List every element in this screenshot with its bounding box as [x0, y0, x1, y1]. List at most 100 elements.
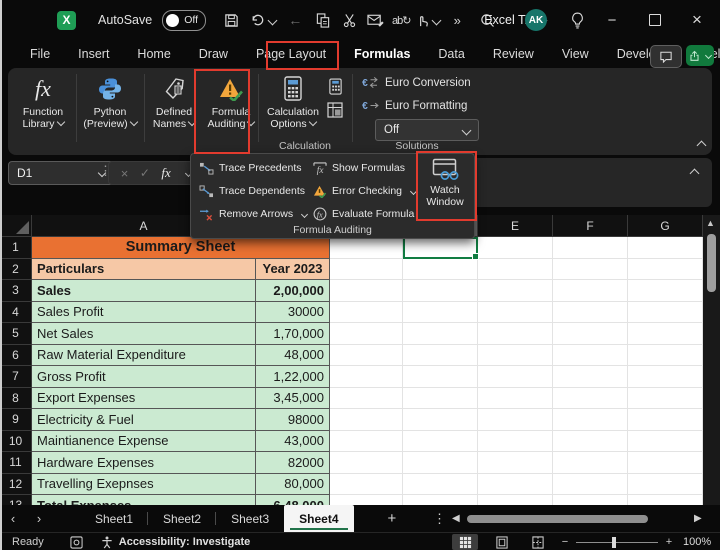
column-header-G[interactable]: G: [628, 215, 703, 237]
zoom-in-button[interactable]: +: [662, 534, 676, 550]
avatar[interactable]: AK: [525, 9, 547, 31]
cell-a5[interactable]: Net Sales: [32, 323, 256, 345]
ribbon-tab-formulas[interactable]: Formulas: [340, 40, 424, 68]
hscroll-left-icon[interactable]: ◀: [452, 513, 460, 524]
cell-empty[interactable]: [403, 366, 478, 388]
cell-a13[interactable]: Total Expenses: [32, 495, 256, 505]
vertical-scrollbar[interactable]: ▲: [703, 215, 720, 505]
cell-a7[interactable]: Gross Profit: [32, 366, 256, 388]
cell-empty[interactable]: [553, 452, 628, 474]
cell-empty[interactable]: [553, 237, 628, 259]
cell-empty[interactable]: [330, 323, 403, 345]
add-sheet-button[interactable]: +: [388, 510, 397, 527]
cell-empty[interactable]: [628, 431, 703, 453]
euro-off-dropdown[interactable]: Off: [375, 119, 479, 141]
cell-empty[interactable]: [478, 452, 553, 474]
cell-empty[interactable]: [478, 237, 553, 259]
cell-empty[interactable]: [478, 280, 553, 302]
search-icon[interactable]: [469, 0, 505, 40]
menu-item-watch-window[interactable]: Watch Window: [419, 158, 471, 218]
cell-empty[interactable]: [330, 345, 403, 367]
zoom-level[interactable]: 100%: [683, 536, 711, 548]
calculation-options-button[interactable]: Calculation Options: [262, 72, 324, 148]
maximize-button[interactable]: [637, 0, 673, 40]
formula-auditing-button[interactable]: Formula Auditing: [206, 72, 256, 148]
cell-b8[interactable]: 3,45,000: [256, 388, 330, 410]
cell-empty[interactable]: [330, 388, 403, 410]
cell-b2[interactable]: Year 2023: [256, 259, 330, 281]
cell-empty[interactable]: [330, 431, 403, 453]
cell-empty[interactable]: [553, 323, 628, 345]
page-break-view-button[interactable]: [528, 534, 548, 550]
save-icon[interactable]: [220, 6, 242, 34]
cell-empty[interactable]: [403, 259, 478, 281]
cell-empty[interactable]: [478, 345, 553, 367]
toolbar-overflow-icon[interactable]: »: [446, 6, 468, 34]
cell-empty[interactable]: [628, 302, 703, 324]
cell-empty[interactable]: [403, 388, 478, 410]
ribbon-tab-file[interactable]: File: [16, 40, 64, 68]
menu-item-remove-arrows[interactable]: Remove Arrows: [199, 204, 307, 224]
sheet-tab-sheet2[interactable]: Sheet2: [148, 505, 216, 532]
cell-empty[interactable]: [403, 409, 478, 431]
cell-empty[interactable]: [330, 474, 403, 496]
sheet-tab-sheet4[interactable]: Sheet4: [284, 505, 353, 532]
close-button[interactable]: ×: [679, 0, 715, 40]
defined-names-button[interactable]: Defined Names: [146, 72, 202, 148]
cell-a8[interactable]: Export Expenses: [32, 388, 256, 410]
cell-empty[interactable]: [553, 302, 628, 324]
page-layout-view-button[interactable]: [492, 534, 512, 550]
sheet-tab-sheet1[interactable]: Sheet1: [80, 505, 148, 532]
row-header-13[interactable]: 13: [0, 495, 32, 505]
cut-icon[interactable]: [338, 6, 360, 34]
touch-mode-icon[interactable]: [416, 6, 440, 34]
cell-empty[interactable]: [403, 280, 478, 302]
ribbon-tab-home[interactable]: Home: [123, 40, 184, 68]
python-preview-button[interactable]: Python (Preview): [78, 72, 142, 148]
sheet-tab-sheet3[interactable]: Sheet3: [216, 505, 284, 532]
ribbon-tab-page-layout[interactable]: Page Layout: [242, 40, 340, 68]
autosave-toggle[interactable]: Off: [162, 10, 206, 31]
cell-empty[interactable]: [628, 452, 703, 474]
ribbon-tab-insert[interactable]: Insert: [64, 40, 123, 68]
hscroll-right-icon[interactable]: ▶: [694, 513, 702, 524]
sheet-nav-left-icon[interactable]: ‹: [0, 511, 26, 526]
vertical-scroll-thumb[interactable]: [707, 234, 716, 292]
email-share-icon[interactable]: [364, 6, 386, 34]
menu-item-show-formulas[interactable]: fx Show Formulas: [313, 158, 405, 178]
row-header-2[interactable]: 2: [0, 259, 32, 281]
cell-empty[interactable]: [628, 345, 703, 367]
cell-empty[interactable]: [330, 302, 403, 324]
cell-empty[interactable]: [403, 495, 478, 505]
cell-empty[interactable]: [628, 409, 703, 431]
cell-a2[interactable]: Particulars: [32, 259, 256, 281]
ribbon-tab-view[interactable]: View: [548, 40, 603, 68]
cell-a4[interactable]: Sales Profit: [32, 302, 256, 324]
enter-icon[interactable]: ✓: [140, 166, 150, 180]
menu-item-trace-precedents[interactable]: Trace Precedents: [199, 158, 301, 178]
row-header-5[interactable]: 5: [0, 323, 32, 345]
insert-function-icon[interactable]: fx: [161, 165, 170, 181]
ribbon-tab-review[interactable]: Review: [479, 40, 548, 68]
cell-a12[interactable]: Travelling Exepnses: [32, 474, 256, 496]
collapse-ribbon-icon[interactable]: [694, 136, 708, 150]
column-header-E[interactable]: E: [478, 215, 553, 237]
row-header-3[interactable]: 3: [0, 280, 32, 302]
comments-button[interactable]: [650, 45, 682, 68]
cell-empty[interactable]: [628, 366, 703, 388]
macro-record-icon[interactable]: [70, 536, 83, 549]
accessibility-status[interactable]: Accessibility: Investigate: [119, 536, 250, 548]
row-header-7[interactable]: 7: [0, 366, 32, 388]
cell-empty[interactable]: [478, 495, 553, 505]
calculate-sheet-button[interactable]: [324, 100, 346, 120]
cell-empty[interactable]: [628, 388, 703, 410]
cell-empty[interactable]: [553, 409, 628, 431]
euro-formatting-button[interactable]: € Euro Formatting: [362, 99, 467, 112]
cell-empty[interactable]: [553, 280, 628, 302]
menu-item-evaluate-formula[interactable]: fx Evaluate Formula: [313, 204, 414, 224]
menu-item-error-checking[interactable]: Error Checking: [313, 181, 416, 201]
cell-empty[interactable]: [403, 345, 478, 367]
cell-empty[interactable]: [628, 495, 703, 505]
cell-empty[interactable]: [330, 259, 403, 281]
calculate-now-button[interactable]: [324, 76, 346, 96]
